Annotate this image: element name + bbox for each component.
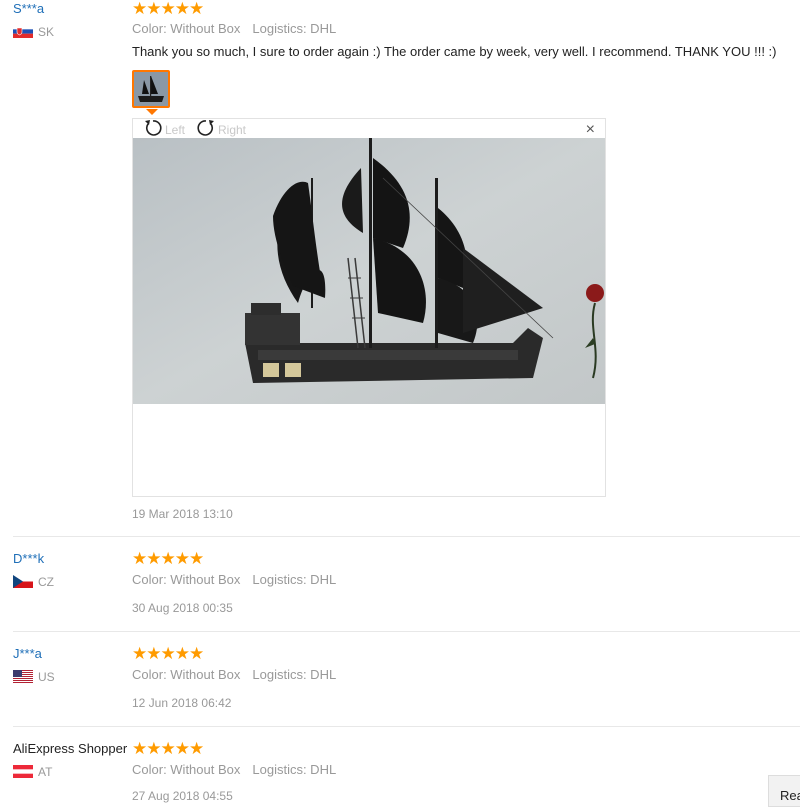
- austria-flag-icon: [13, 765, 33, 778]
- divider: [13, 726, 800, 727]
- review-attributes: Color: Without Box Logistics: DHL: [132, 762, 348, 777]
- thumbnail-caret: [146, 109, 158, 115]
- logistics-attribute: Logistics: DHL: [252, 762, 337, 777]
- review-date: 12 Jun 2018 06:42: [132, 696, 232, 710]
- reviewer-country: US: [13, 670, 55, 684]
- review-date: 27 Aug 2018 04:55: [132, 789, 233, 803]
- divider: [13, 536, 800, 537]
- reviewer-name: AliExpress Shopper: [13, 741, 128, 756]
- reviewer-country: SK: [13, 25, 54, 39]
- review-attributes: Color: Without Box Logistics: DHL: [132, 572, 348, 587]
- reviewer-name[interactable]: D***k: [13, 551, 44, 566]
- color-attribute: Color: Without Box: [132, 667, 241, 682]
- review-date: 19 Mar 2018 13:10: [132, 507, 233, 521]
- rotate-left-label: Left: [165, 123, 186, 138]
- czech-flag-icon: [13, 575, 33, 588]
- reviewer-country: AT: [13, 765, 52, 779]
- logistics-attribute: Logistics: DHL: [252, 21, 337, 36]
- photo-viewer: Left Right ×: [132, 118, 606, 497]
- star-rating: ★★★★★: [132, 739, 204, 758]
- star-rating: ★★★★★: [132, 644, 204, 663]
- rotate-right-button[interactable]: Right: [196, 119, 246, 138]
- slovakia-flag-icon: [13, 25, 33, 38]
- read-more-button[interactable]: Read: [768, 775, 800, 807]
- country-code: CZ: [38, 575, 54, 589]
- country-code: US: [38, 670, 55, 684]
- logistics-attribute: Logistics: DHL: [252, 667, 337, 682]
- review-attributes: Color: Without Box Logistics: DHL: [132, 667, 348, 682]
- review-comment: Thank you so much, I sure to order again…: [132, 44, 777, 59]
- close-icon[interactable]: ×: [586, 120, 595, 139]
- country-code: SK: [38, 25, 55, 39]
- viewer-toolbar: Left Right ×: [133, 119, 605, 138]
- review-photo-thumbnail[interactable]: [132, 70, 170, 108]
- reviewer-country: CZ: [13, 575, 54, 589]
- color-attribute: Color: Without Box: [132, 572, 241, 587]
- color-attribute: Color: Without Box: [132, 21, 241, 36]
- review-photo: [133, 138, 605, 404]
- country-code: AT: [38, 765, 53, 779]
- divider: [13, 631, 800, 632]
- reviewer-name[interactable]: J***a: [13, 646, 42, 661]
- star-rating: ★★★★★: [132, 0, 204, 18]
- star-rating: ★★★★★: [132, 549, 204, 568]
- review-date: 30 Aug 2018 00:35: [132, 601, 233, 615]
- us-flag-icon: [13, 670, 33, 683]
- rotate-right-label: Right: [218, 123, 247, 138]
- reviewer-name[interactable]: S***a: [13, 1, 44, 16]
- review-attributes: Color: Without Box Logistics: DHL: [132, 21, 348, 36]
- color-attribute: Color: Without Box: [132, 762, 241, 777]
- rotate-left-button[interactable]: Left: [143, 119, 185, 138]
- logistics-attribute: Logistics: DHL: [252, 572, 337, 587]
